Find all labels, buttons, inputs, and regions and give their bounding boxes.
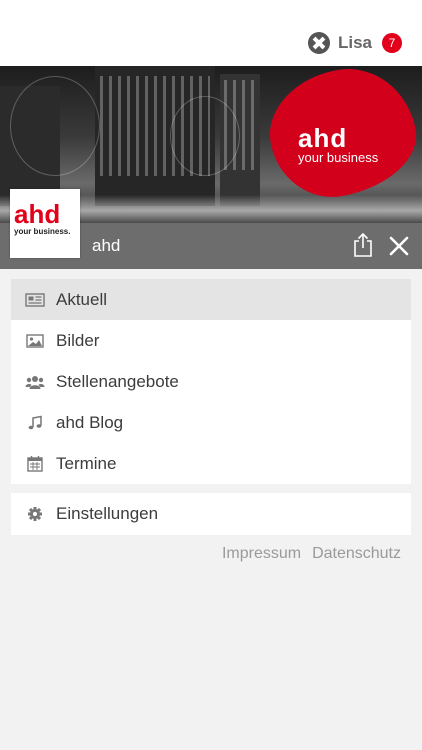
calendar-icon: [24, 455, 46, 473]
footer-links: Impressum Datenschutz: [211, 545, 401, 563]
user-name: Lisa: [337, 33, 372, 52]
top-bar: Lisa 7: [0, 0, 422, 66]
logo-tagline: your business.: [14, 227, 71, 236]
settings-label: Einstellungen: [56, 504, 159, 523]
menu-item-stellenangebote[interactable]: Stellenangebote: [11, 361, 411, 402]
banner-logo: ahd your business: [298, 123, 379, 165]
menu-item-label: Bilder: [56, 330, 100, 350]
menu-item-aktuell[interactable]: Aktuell: [11, 279, 411, 320]
user-status-icon: [307, 32, 330, 54]
app-logo: ahd your business.: [10, 189, 80, 258]
menu-item-label: ahd Blog: [56, 412, 124, 432]
menu-item-label: Termine: [56, 453, 117, 473]
notification-badge[interactable]: 7: [382, 33, 402, 53]
users-icon: [24, 373, 46, 391]
menu-item-label: Stellenangebote: [56, 371, 179, 391]
navigation-menu: Aktuell Bilder Stellenangebote ahd Blog …: [11, 279, 411, 484]
image-icon: [24, 332, 46, 350]
share-icon[interactable]: [352, 232, 374, 258]
user-profile[interactable]: Lisa 7: [307, 31, 402, 55]
impressum-link[interactable]: Impressum: [222, 545, 301, 563]
close-icon[interactable]: [388, 235, 410, 257]
newspaper-icon: [24, 291, 46, 309]
menu-item-label: Aktuell: [56, 289, 108, 309]
music-note-icon: [24, 414, 46, 432]
menu-item-bilder[interactable]: Bilder: [11, 320, 411, 361]
app-title: ahd: [92, 236, 121, 255]
datenschutz-link[interactable]: Datenschutz: [312, 545, 401, 563]
menu-item-termine[interactable]: Termine: [11, 443, 411, 484]
gear-icon: [24, 505, 46, 523]
logo-text: ahd: [14, 199, 61, 229]
menu-item-ahd-blog[interactable]: ahd Blog: [11, 402, 411, 443]
menu-item-einstellungen[interactable]: Einstellungen: [11, 493, 411, 535]
